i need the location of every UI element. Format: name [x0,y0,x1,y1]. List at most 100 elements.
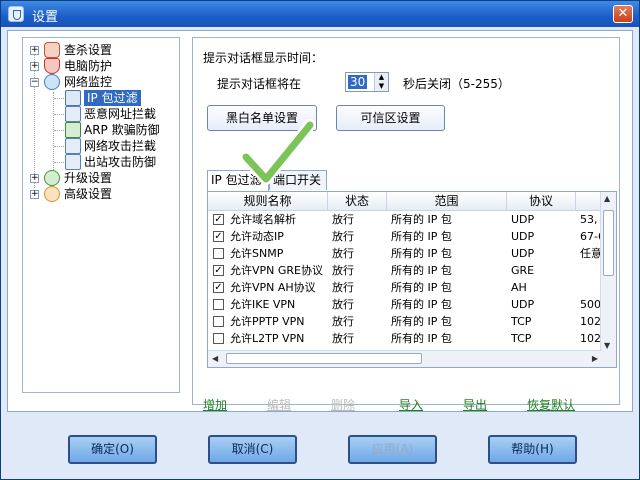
rule-name: 允许IKE VPN [230,298,296,311]
rule-scope: 所有的 IP 包 [391,213,452,226]
tree-label: 查杀设置 [64,43,113,57]
col-scope[interactable]: 范围 [387,192,507,210]
table-row[interactable]: 允许PPTP VPN 放行 所有的 IP 包 TCP 1024 [208,313,602,330]
expand-icon[interactable]: + [30,190,39,199]
advanced-icon [44,186,60,202]
scroll-left-icon[interactable]: ◀ [212,354,218,363]
stepper-up-icon[interactable]: ▲ [375,73,388,82]
action-link[interactable]: 导入 [399,396,423,413]
collapse-icon[interactable]: − [30,78,39,87]
table-row[interactable]: 允许SNMP 放行 所有的 IP 包 UDP 任意 [208,245,602,262]
scroll-right-icon[interactable]: ▶ [592,354,598,363]
rule-name: 允许PPTP VPN [230,315,305,328]
vertical-scrollbar[interactable]: ▲ ▼ [600,192,616,352]
rule-checkbox[interactable] [213,299,224,310]
col-rule-name[interactable]: 规则名称 [208,192,328,210]
stepper-down-icon[interactable]: ▼ [375,82,388,91]
rule-status: 放行 [332,315,354,328]
rule-protocol: AH [511,281,527,294]
rule-name: 允许VPN AH协议 [230,281,316,294]
tree-label: 网络监控 [64,75,113,89]
rule-status: 放行 [332,264,354,277]
rule-protocol: UDP [511,298,535,311]
dialog-seconds-stepper[interactable]: 30 ▲ ▼ [345,72,389,92]
dialog-seconds-value[interactable]: 30 [348,75,368,89]
ok-button[interactable]: 确定(O) [68,435,157,464]
table-row[interactable]: ✓ 允许VPN GRE协议 放行 所有的 IP 包 GRE [208,262,602,279]
rule-protocol: UDP [511,230,535,243]
rule-checkbox[interactable]: ✓ [213,214,224,225]
rule-name: 允许SNMP [230,247,284,260]
window-title: 设置 [32,10,59,25]
expand-icon[interactable]: + [30,46,39,55]
rule-scope: 所有的 IP 包 [391,332,452,345]
rule-protocol: GRE [511,264,535,277]
table-row[interactable]: ✓ 允许域名解析 放行 所有的 IP 包 UDP 53, [208,211,602,228]
upgrade-icon [44,170,60,186]
rule-checkbox[interactable] [213,333,224,344]
expand-icon[interactable]: + [30,62,39,71]
rule-checkbox[interactable]: ✓ [213,231,224,242]
action-link[interactable]: 恢复默认 [527,396,575,413]
col-status[interactable]: 状态 [328,192,387,210]
tree-label: 升级设置 [64,171,113,185]
table-header: 规则名称 状态 范围 协议 [208,192,602,211]
settings-window: 设置 ✕ + 查杀设置 + 电脑防护 − 网络监控 IP 包过滤 恶意网址拦截 … [0,0,640,480]
url-block-icon [65,106,81,122]
expand-icon[interactable]: + [30,174,39,183]
rule-checkbox[interactable]: ✓ [213,265,224,276]
rule-name: 允许L2TP VPN [230,332,305,345]
settings-tree: + 查杀设置 + 电脑防护 − 网络监控 IP 包过滤 恶意网址拦截 ARP 欺… [22,37,180,393]
tree-label: 出站攻击防御 [84,155,157,169]
action-link[interactable]: 编辑 [267,396,291,413]
rule-status: 放行 [332,230,354,243]
table-row[interactable]: ✓ 允许VPN AH协议 放行 所有的 IP 包 AH [208,279,602,296]
vertical-scroll-thumb[interactable] [603,210,614,276]
rule-checkbox[interactable] [213,248,224,259]
apply-button[interactable]: 应用(A) [348,435,437,464]
rule-ports: 67-6 [580,230,602,243]
action-link[interactable]: 删除 [331,396,355,413]
rule-protocol: UDP [511,247,535,260]
network-icon [44,74,60,90]
rule-status: 放行 [332,332,354,345]
arp-icon [65,122,81,138]
action-link[interactable]: 导出 [463,396,487,413]
cancel-button[interactable]: 取消(C) [208,435,297,464]
rule-protocol: TCP [511,332,532,345]
rule-status: 放行 [332,298,354,311]
scroll-down-icon[interactable]: ▼ [604,341,610,350]
rule-scope: 所有的 IP 包 [391,264,452,277]
rule-name: 允许动态IP [230,230,284,243]
ip-filter-icon [65,90,81,106]
rule-ports: 1024 [580,315,602,328]
rule-ports: 53, [580,213,598,226]
close-button[interactable]: ✕ [613,5,633,23]
scroll-up-icon[interactable]: ▲ [604,194,610,203]
dialog-time-prefix: 提示对话框将在 [217,77,302,91]
col-ports[interactable] [576,192,602,210]
rule-scope: 所有的 IP 包 [391,247,452,260]
rule-checkbox[interactable] [213,316,224,327]
title-bar[interactable]: 设置 ✕ [1,1,639,27]
rule-status: 放行 [332,213,354,226]
rule-name: 允许域名解析 [230,213,296,226]
tree-label: 高级设置 [64,187,113,201]
table-row[interactable]: ✓ 允许动态IP 放行 所有的 IP 包 UDP 67-6 [208,228,602,245]
scan-icon [44,42,60,58]
rule-scope: 所有的 IP 包 [391,298,452,311]
table-row[interactable]: 允许L2TP VPN 放行 所有的 IP 包 TCP 1024 [208,330,602,347]
dialog-time-heading: 提示对话框显示时间： [203,51,324,65]
tree-label: 电脑防护 [64,59,113,73]
help-button[interactable]: 帮助(H) [488,435,577,464]
horizontal-scrollbar[interactable]: ◀ ▶ [208,350,602,367]
trusted-zone-button[interactable]: 可信区设置 [336,105,445,131]
horizontal-scroll-thumb[interactable] [226,353,422,364]
table-row[interactable]: 允许IKE VPN 放行 所有的 IP 包 UDP 500, [208,296,602,313]
col-protocol[interactable]: 协议 [507,192,576,210]
tree-label: 恶意网址拦截 [84,107,157,121]
action-link[interactable]: 增加 [203,396,227,413]
rules-table: 规则名称 状态 范围 协议 ✓ 允许域名解析 放行 所有的 IP 包 UDP 53, ✓ 允许… [207,191,617,368]
rule-checkbox[interactable]: ✓ [213,282,224,293]
big-checkmark-icon [240,119,316,185]
